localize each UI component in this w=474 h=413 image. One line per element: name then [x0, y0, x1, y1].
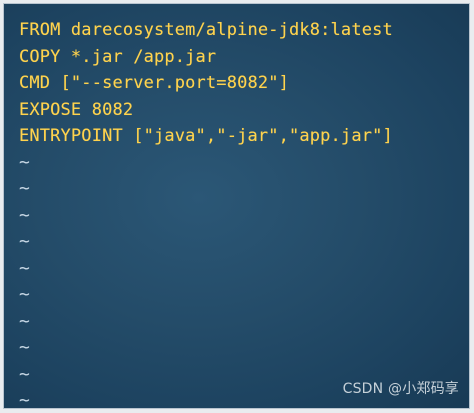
- watermark: CSDN @小郑码享: [342, 381, 459, 397]
- editor-content[interactable]: FROM darecosystem/alpine-jdk8:latest COP…: [19, 17, 459, 408]
- empty-line-marker: ~: [19, 284, 30, 305]
- code-line: CMD ["--server.port=8082"]: [19, 73, 290, 93]
- empty-line-marker: ~: [19, 257, 30, 279]
- empty-line-marker: ~: [19, 310, 30, 332]
- empty-line-marker: ~: [19, 178, 30, 199]
- empty-line-marker: ~: [19, 337, 30, 358]
- code-line: EXPOSE 8082: [19, 99, 134, 120]
- terminal-window[interactable]: FROM darecosystem/alpine-jdk8:latest COP…: [3, 3, 470, 409]
- empty-line-marker: ~: [19, 231, 30, 252]
- empty-line-marker: ~: [19, 151, 30, 173]
- empty-line-marker: ~: [19, 204, 30, 226]
- code-line: FROM darecosystem/alpine-jdk8:latest: [19, 20, 393, 40]
- code-line: COPY *.jar /app.jar: [19, 46, 217, 67]
- code-line: ENTRYPOINT ["java","-jar","app.jar"]: [19, 126, 393, 146]
